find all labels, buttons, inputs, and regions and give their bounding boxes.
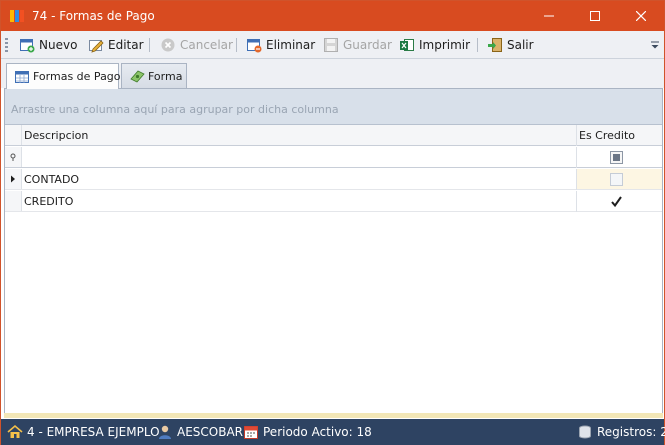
status-bar: 4 - EMPRESA EJEMPLO AESCOBAR Periodo Act… [1,419,665,445]
salir-label: Salir [507,38,534,52]
toolbar-overflow-icon[interactable] [651,41,659,49]
delete-document-icon [246,37,262,53]
toolbar-grip[interactable] [5,38,8,52]
nuevo-label: Nuevo [39,38,78,52]
editar-label: Editar [108,38,144,52]
filter-pin-icon [10,153,16,161]
status-periodo: Periodo Activo: 18 [243,424,372,440]
filter-indicator [5,147,22,167]
cancel-icon [160,37,176,53]
grid-icon [14,70,30,84]
tab-label: Formas de Pago [33,70,121,83]
window: 74 - Formas de Pago Nuevo Editar Cancela… [0,0,665,445]
cell-descripcion[interactable]: CONTADO [24,173,79,186]
status-registros: Registros: 2 [577,424,665,440]
guardar-button[interactable]: Guardar [323,35,392,55]
group-by-panel[interactable]: Arrastre una columna aquí para agrupar p… [5,89,662,125]
app-icon [10,10,24,22]
eliminar-label: Eliminar [266,38,316,52]
home-icon [7,424,23,440]
cell-es-credito-checkbox[interactable] [610,173,623,186]
guardar-label: Guardar [343,38,392,52]
cell-descripcion[interactable]: CREDITO [24,195,73,208]
excel-icon [399,37,415,53]
imprimir-label: Imprimir [419,38,471,52]
filter-descripcion-input[interactable] [23,147,575,167]
table-row[interactable]: CONTADO [5,169,662,190]
minimize-icon [544,15,554,17]
filter-es-credito-checkbox[interactable] [610,151,623,164]
imprimir-button[interactable]: Imprimir [399,35,470,55]
row-indicator [5,191,22,211]
header-indicator [5,125,22,145]
edit-icon [88,37,104,53]
user-icon [157,424,173,440]
save-icon [323,37,339,53]
tab-forma[interactable]: Forma [121,63,187,88]
minimize-button[interactable] [526,1,572,31]
filter-row [5,147,662,168]
content-bottom-border [4,413,663,418]
column-header-descripcion[interactable]: Descripcion [24,129,88,142]
close-button[interactable] [618,1,664,31]
eliminar-button[interactable]: Eliminar [246,35,315,55]
usuario-label: AESCOBAR [177,425,244,439]
tab-label: Forma [148,69,183,83]
tab-formas-de-pago[interactable]: Formas de Pago [6,63,121,89]
registros-label: Registros: 2 [597,425,665,439]
group-by-hint: Arrastre una columna aquí para agrupar p… [11,103,339,116]
close-icon [636,11,646,21]
grid-header: Descripcion Es Credito [5,125,662,146]
periodo-label: Periodo Activo: 18 [263,425,372,439]
salir-button[interactable]: Salir [487,35,534,55]
tab-strip: Formas de Pago Forma [1,59,664,89]
title-bar: 74 - Formas de Pago [1,1,664,31]
cancelar-button[interactable]: Cancelar [160,35,233,55]
grid-panel: Arrastre una columna aquí para agrupar p… [4,88,663,414]
toolbar-separator [236,38,237,52]
database-icon [577,424,593,440]
table-row[interactable]: CREDITO [5,191,662,212]
maximize-button[interactable] [572,1,618,31]
row-indicator [5,169,22,189]
status-empresa: 4 - EMPRESA EJEMPLO [7,424,160,440]
current-row-arrow-icon [11,175,15,183]
column-header-es-credito[interactable]: Es Credito [579,129,635,142]
new-document-icon [19,37,35,53]
editar-button[interactable]: Editar [88,35,144,55]
status-usuario: AESCOBAR [157,424,243,440]
maximize-icon [590,11,600,21]
exit-icon [487,37,503,53]
nuevo-button[interactable]: Nuevo [19,35,77,55]
cell-es-credito-checkbox[interactable] [610,195,623,208]
toolbar-separator [149,38,150,52]
checkmark-icon [611,196,622,208]
calendar-icon [243,424,259,440]
money-icon [129,69,145,83]
toolbar-separator [477,38,478,52]
toolbar: Nuevo Editar Cancelar Eliminar Guardar I… [1,31,664,59]
cancelar-label: Cancelar [180,38,233,52]
window-title: 74 - Formas de Pago [32,9,155,23]
empresa-label: 4 - EMPRESA EJEMPLO [27,425,160,439]
